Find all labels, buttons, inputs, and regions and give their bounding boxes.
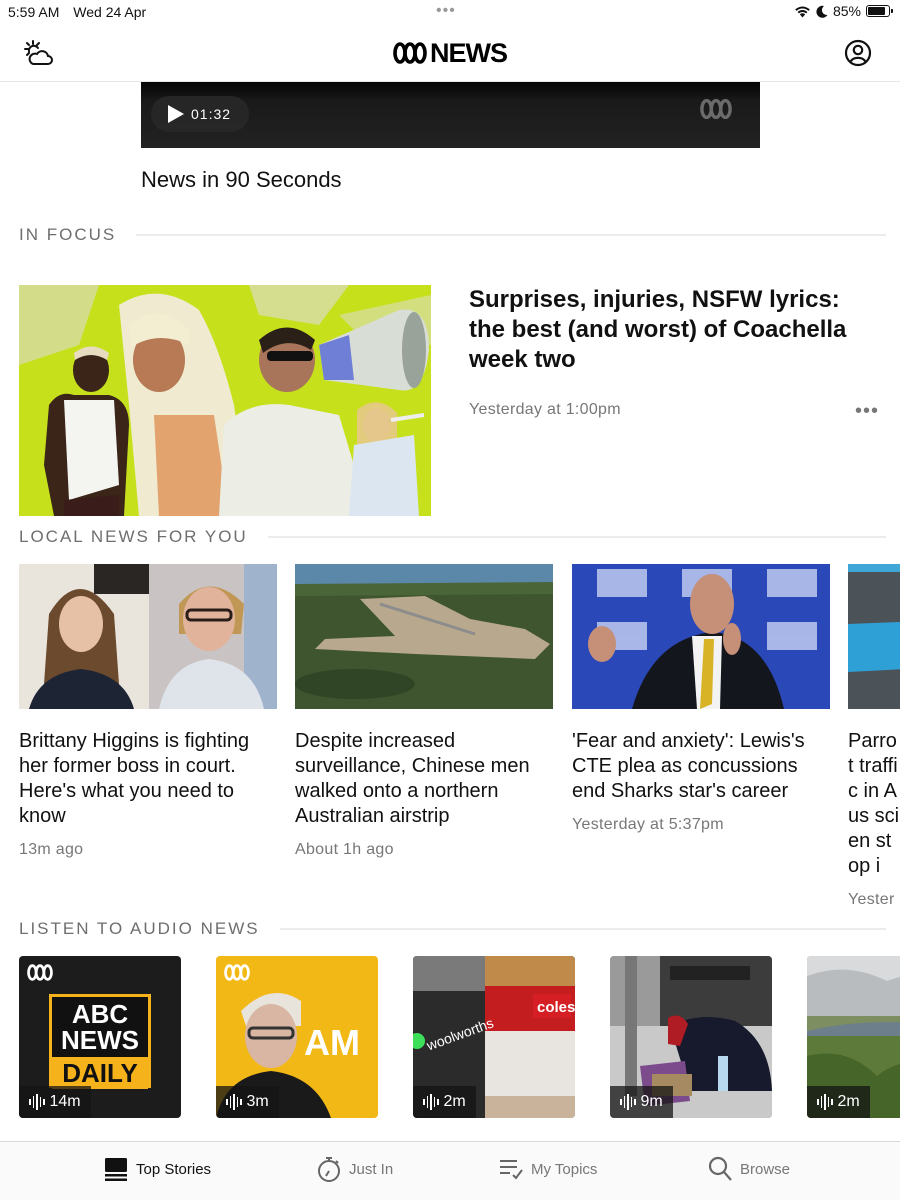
abc-logo-icon bbox=[700, 98, 732, 120]
video-title[interactable]: News in 90 Seconds bbox=[141, 167, 342, 193]
search-icon bbox=[708, 1156, 732, 1181]
audio-wave-icon bbox=[817, 1094, 833, 1110]
audio-card[interactable]: AM 3m bbox=[216, 956, 378, 1118]
abc-news-daily-art: ABC NEWS DAILY bbox=[49, 994, 151, 1089]
story-headline: Brittany Higgins is fighting her former … bbox=[19, 730, 250, 827]
tab-my-topics[interactable]: My Topics bbox=[499, 1156, 597, 1182]
section-label: IN FOCUS bbox=[19, 225, 117, 244]
story-image bbox=[19, 564, 277, 709]
video-duration: 01:32 bbox=[191, 106, 232, 122]
tab-label: Just In bbox=[349, 1160, 394, 1178]
story-image bbox=[295, 564, 553, 709]
audio-card[interactable]: ABC NEWS DAILY 14m bbox=[19, 956, 181, 1118]
section-divider bbox=[279, 928, 886, 930]
more-options-button[interactable]: ••• bbox=[855, 400, 879, 423]
tab-label: Browse bbox=[740, 1160, 791, 1178]
section-header-audio-news: LISTEN TO AUDIO NEWS bbox=[19, 919, 886, 939]
story-headline: Parrot traffic in Aus scien stop i bbox=[848, 730, 900, 877]
video-player[interactable]: 01:32 bbox=[141, 82, 760, 148]
tab-label: Top Stories bbox=[136, 1160, 212, 1178]
tab-bar: Top Stories Just In My Topics Browse bbox=[0, 1141, 900, 1200]
audio-card[interactable]: 2m bbox=[807, 956, 900, 1118]
audio-wave-icon bbox=[29, 1094, 45, 1110]
battery-icon bbox=[866, 5, 893, 17]
in-focus-headline[interactable]: Surprises, injuries, NSFW lyrics: the be… bbox=[469, 285, 879, 375]
story-image bbox=[572, 564, 830, 709]
play-icon bbox=[168, 105, 184, 123]
audio-wave-icon bbox=[423, 1094, 439, 1110]
in-focus-timestamp: Yesterday at 1:00pm bbox=[469, 401, 621, 418]
local-news-card[interactable]: Parrot traffic in Aus scien stop i Yeste… bbox=[848, 564, 900, 909]
audio-duration-badge: 3m bbox=[216, 1086, 279, 1118]
am-art-text: AM bbox=[304, 1022, 360, 1063]
story-headline: Despite increased surveillance, Chinese … bbox=[295, 730, 530, 827]
user-circle-icon[interactable] bbox=[844, 39, 872, 67]
audio-card[interactable]: 9m bbox=[610, 956, 772, 1118]
story-timestamp: About 1h ago bbox=[295, 841, 394, 858]
audio-duration-badge: 2m bbox=[413, 1086, 476, 1118]
wifi-icon bbox=[795, 6, 810, 17]
story-headline: 'Fear and anxiety': Lewis's CTE plea as … bbox=[572, 730, 805, 802]
section-header-local-news: LOCAL NEWS FOR YOU bbox=[19, 527, 886, 547]
status-date: Wed 24 Apr bbox=[73, 4, 147, 20]
local-news-card[interactable]: Brittany Higgins is fighting her former … bbox=[19, 564, 277, 859]
moon-icon bbox=[816, 5, 828, 18]
weather-partly-cloudy-icon[interactable] bbox=[22, 38, 54, 70]
play-button[interactable]: 01:32 bbox=[151, 96, 249, 132]
in-focus-image[interactable] bbox=[19, 285, 431, 516]
audio-card[interactable]: coles woolworths 2m bbox=[413, 956, 575, 1118]
section-label: LOCAL NEWS FOR YOU bbox=[19, 527, 248, 546]
top-stories-icon bbox=[105, 1158, 127, 1181]
status-time: 5:59 AM bbox=[8, 4, 60, 20]
audio-duration-badge: 2m bbox=[807, 1086, 870, 1118]
abc-logo-icon bbox=[393, 42, 427, 64]
battery-percent: 85% bbox=[832, 3, 861, 19]
local-news-card[interactable]: 'Fear and anxiety': Lewis's CTE plea as … bbox=[572, 564, 830, 834]
coachella-collage-image bbox=[19, 285, 431, 516]
story-image bbox=[848, 564, 900, 709]
section-label: LISTEN TO AUDIO NEWS bbox=[19, 919, 260, 938]
app-header: NEWS bbox=[0, 24, 900, 82]
tab-browse[interactable]: Browse bbox=[708, 1156, 790, 1182]
tab-top-stories[interactable]: Top Stories bbox=[104, 1156, 211, 1182]
status-bar: 5:59 AM Wed 24 Apr ••• 85% bbox=[0, 0, 900, 24]
coles-sign: coles bbox=[537, 999, 575, 1016]
audio-duration-badge: 9m bbox=[610, 1086, 673, 1118]
story-timestamp: 13m ago bbox=[19, 841, 84, 858]
multitask-dots[interactable]: ••• bbox=[436, 2, 456, 20]
section-divider bbox=[136, 234, 886, 236]
audio-duration-badge: 14m bbox=[19, 1086, 91, 1118]
local-news-card[interactable]: Despite increased surveillance, Chinese … bbox=[295, 564, 553, 859]
story-timestamp: Yesterday at 5:37pm bbox=[572, 816, 724, 833]
audio-wave-icon bbox=[620, 1094, 636, 1110]
tab-label: My Topics bbox=[531, 1160, 598, 1178]
section-header-in-focus: IN FOCUS bbox=[19, 225, 886, 245]
stopwatch-icon bbox=[318, 1157, 340, 1182]
abc-logo-icon bbox=[27, 964, 53, 981]
list-check-icon bbox=[500, 1160, 523, 1180]
abc-news-logo[interactable]: NEWS bbox=[393, 37, 508, 68]
section-divider bbox=[267, 536, 886, 538]
audio-wave-icon bbox=[226, 1094, 242, 1110]
story-timestamp: Yester bbox=[848, 891, 895, 908]
tab-just-in[interactable]: Just In bbox=[317, 1156, 393, 1182]
logo-text: NEWS bbox=[430, 37, 508, 68]
